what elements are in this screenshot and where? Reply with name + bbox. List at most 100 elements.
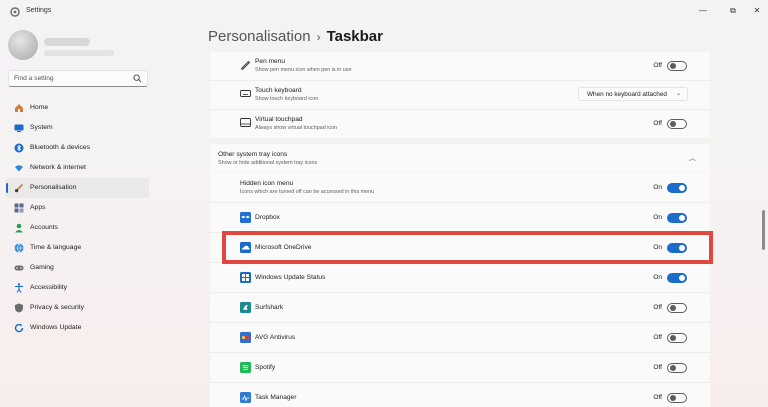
sidebar-item-apps[interactable]: Apps <box>6 198 149 218</box>
shield-icon <box>15 303 23 313</box>
breadcrumb: Personalisation › Taskbar <box>208 28 383 45</box>
sidebar-item-accounts[interactable]: Accounts <box>6 218 149 238</box>
surfshark-icon <box>240 302 251 313</box>
sidebar-item-label: Apps <box>30 204 46 211</box>
sidebar-item-label: Accessibility <box>30 284 68 291</box>
hidden-icon-menu-toggle[interactable] <box>667 183 687 193</box>
settings-app-icon <box>10 7 20 17</box>
section-header-other-tray-icons[interactable]: Other system tray icons Show or hide add… <box>210 144 710 172</box>
home-icon <box>15 104 23 112</box>
toggle-state-label: On <box>653 244 662 251</box>
sidebar-item-accessibility[interactable]: Accessibility <box>6 278 149 298</box>
sidebar-item-home[interactable]: Home <box>6 98 149 118</box>
windows-update-status-icon <box>240 272 251 283</box>
sidebar-item-label: Accounts <box>30 224 58 231</box>
toggle-state-label: Off <box>653 364 662 371</box>
gamepad-icon <box>14 265 24 271</box>
setting-row-dropbox: Dropbox On <box>210 203 710 232</box>
sidebar-item-label: Bluetooth & devices <box>30 144 91 151</box>
tray-icons-list: Hidden icon menu Icons which are turned … <box>210 173 710 407</box>
setting-description: Show pen menu icon when pen is in use <box>255 67 352 73</box>
toggle-state-label: Off <box>653 120 662 127</box>
avg-icon <box>240 332 251 343</box>
sidebar-nav: Home System Bluetooth & devices Network … <box>6 98 149 338</box>
brush-icon <box>15 183 24 193</box>
toggle-knob <box>670 305 676 311</box>
title-bar: Settings — ⧉ ✕ <box>0 0 768 24</box>
minimize-button[interactable]: — <box>694 4 712 18</box>
sidebar-item-label: Windows Update <box>30 324 82 331</box>
setting-row-pen-menu: Pen menu Show pen menu icon when pen is … <box>210 52 710 80</box>
setting-title: Windows Update Status <box>255 274 326 281</box>
sidebar-item-label: Home <box>30 104 49 111</box>
settings-content: Pen menu Show pen menu icon when pen is … <box>210 52 710 407</box>
toggle-state-label: On <box>653 184 662 191</box>
surfshark-toggle[interactable] <box>667 303 687 313</box>
search-input[interactable]: Find a setting <box>8 70 148 87</box>
avatar[interactable] <box>8 30 38 60</box>
toggle-knob <box>670 395 676 401</box>
setting-title: Virtual touchpad <box>255 116 303 123</box>
sidebar-item-windows-update[interactable]: Windows Update <box>6 318 149 338</box>
keyboard-icon <box>240 90 251 97</box>
virtual-touchpad-toggle[interactable] <box>667 119 687 129</box>
setting-row-windows-update-status: Windows Update Status On <box>210 263 710 292</box>
setting-row-avg-antivirus: AVG Antivirus Off <box>210 323 710 352</box>
toggle-knob <box>670 335 676 341</box>
dropdown-value: When no keyboard attached <box>587 91 667 98</box>
setting-title: Hidden icon menu <box>240 180 294 187</box>
breadcrumb-parent[interactable]: Personalisation <box>208 28 311 45</box>
sidebar-item-system[interactable]: System <box>6 118 149 138</box>
close-button[interactable]: ✕ <box>748 4 766 18</box>
section-title: Other system tray icons <box>218 151 288 158</box>
windows-update-status-toggle[interactable] <box>667 273 687 283</box>
task-manager-toggle[interactable] <box>667 393 687 403</box>
onedrive-toggle[interactable] <box>667 243 687 253</box>
setting-description: Always show virtual touchpad icon <box>255 125 338 131</box>
sidebar-item-personalisation[interactable]: Personalisation <box>6 178 149 198</box>
search-placeholder: Find a setting <box>14 75 54 82</box>
sidebar-item-label: Privacy & security <box>30 304 85 311</box>
sidebar-item-label: Time & language <box>30 244 82 251</box>
toggle-knob <box>679 245 685 251</box>
avg-antivirus-toggle[interactable] <box>667 333 687 343</box>
toggle-state-label: Off <box>653 304 662 311</box>
chevron-up-icon[interactable]: ︿ <box>689 153 696 163</box>
sidebar-item-time-language[interactable]: Time & language <box>6 238 149 258</box>
breadcrumb-separator: › <box>316 30 321 44</box>
maximize-button[interactable]: ⧉ <box>724 4 742 18</box>
setting-title: Pen menu <box>255 58 286 65</box>
sidebar-item-network[interactable]: Network & internet <box>6 158 149 178</box>
sidebar-item-privacy-security[interactable]: Privacy & security <box>6 298 149 318</box>
toggle-knob <box>679 185 685 191</box>
touch-keyboard-dropdown[interactable]: When no keyboard attached ⌄ <box>578 87 688 101</box>
setting-title: Microsoft OneDrive <box>255 244 312 251</box>
sidebar-item-gaming[interactable]: Gaming <box>6 258 149 278</box>
update-icon <box>14 323 24 333</box>
system-icon <box>14 124 24 132</box>
dropbox-icon <box>240 212 251 223</box>
chevron-down-icon: ⌄ <box>675 91 681 97</box>
user-name-blurred <box>44 38 90 46</box>
toggle-state-label: Off <box>653 62 662 69</box>
spotify-toggle[interactable] <box>667 363 687 373</box>
dropbox-toggle[interactable] <box>667 213 687 223</box>
globe-icon <box>14 243 24 253</box>
section-description: Show or hide additional system tray icon… <box>218 160 318 166</box>
apps-icon <box>14 203 24 213</box>
setting-title: AVG Antivirus <box>255 334 296 341</box>
scrollbar-thumb[interactable] <box>762 210 765 250</box>
touchpad-icon <box>240 118 251 127</box>
sidebar-item-label: Personalisation <box>30 184 77 191</box>
setting-row-touch-keyboard: Touch keyboard Show touch keyboard icon … <box>210 81 710 109</box>
search-icon <box>133 74 142 83</box>
pen-menu-toggle[interactable] <box>667 61 687 71</box>
toggle-state-label: On <box>653 214 662 221</box>
spotify-icon <box>240 362 251 373</box>
sidebar-item-label: System <box>30 124 53 131</box>
setting-row-surfshark: Surfshark Off <box>210 293 710 322</box>
setting-title: Dropbox <box>255 214 280 221</box>
setting-row-virtual-touchpad: Virtual touchpad Always show virtual tou… <box>210 110 710 138</box>
toggle-knob <box>679 215 685 221</box>
sidebar-item-bluetooth[interactable]: Bluetooth & devices <box>6 138 149 158</box>
